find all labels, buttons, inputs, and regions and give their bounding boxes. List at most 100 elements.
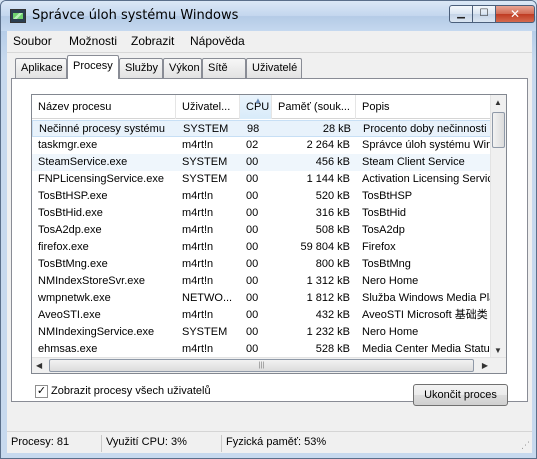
cell-user: m4rt!n: [182, 241, 214, 253]
column-header-cpu[interactable]: ▲ CPU: [240, 95, 272, 119]
cell-memory: 520 kB: [315, 190, 350, 202]
cell-user: m4rt!n: [182, 258, 214, 270]
cell-user: NETWO...: [182, 292, 233, 304]
scroll-down-icon[interactable]: ▼: [494, 346, 502, 355]
table-row[interactable]: firefox.exe m4rt!n 00 59 804 kB Firefox: [32, 239, 492, 256]
tab-vykon[interactable]: Výkon: [163, 58, 202, 78]
cell-user: m4rt!n: [182, 343, 214, 355]
cell-memory: 528 kB: [315, 343, 350, 355]
cell-description: Nero Home: [362, 326, 419, 338]
cell-process-name: TosBtMng.exe: [38, 258, 108, 270]
status-cpu-usage: Využití CPU: 3%: [101, 435, 187, 452]
cell-description: Správce úloh systému Wind: [362, 139, 492, 151]
cell-memory: 432 kB: [315, 309, 350, 321]
cell-process-name: ehmsas.exe: [38, 343, 98, 355]
maximize-icon: ☐: [479, 8, 489, 19]
table-row[interactable]: wmpnetwk.exe NETWO... 00 1 812 kB Služba Win…: [32, 290, 492, 307]
table-row[interactable]: SteamService.exe SYSTEM 00 456 kB Steam Clie…: [32, 154, 492, 171]
cell-cpu: 00: [246, 190, 259, 202]
cell-description: Media Center Media Status: [362, 343, 492, 355]
table-row[interactable]: Nečinné procesy systému SYSTEM 98 28 kB Proc…: [32, 120, 493, 137]
scroll-right-icon[interactable]: ▶: [482, 361, 488, 370]
status-process-count: Procesy: 81: [11, 436, 70, 448]
cell-process-name: TosA2dp.exe: [38, 224, 102, 236]
menu-zobrazit[interactable]: Zobrazit: [131, 34, 174, 48]
minimize-icon: ▁: [457, 8, 465, 19]
cell-memory: 1 232 kB: [306, 326, 350, 338]
cell-user: SYSTEM: [182, 173, 228, 185]
tab-sluzby[interactable]: Služby: [119, 58, 163, 78]
vertical-scroll-thumb[interactable]: [492, 112, 505, 148]
list-header: Název procesu Uživatel... ▲ CPU Paměť (s…: [32, 95, 492, 119]
table-row[interactable]: TosBtMng.exe m4rt!n 00 800 kB TosBtMng: [32, 256, 492, 273]
horizontal-scrollbar[interactable]: ◀ ||| ▶: [32, 357, 506, 373]
cell-user: SYSTEM: [182, 326, 228, 338]
cell-description: TosA2dp: [362, 224, 405, 236]
checkmark-icon: ✓: [36, 385, 47, 397]
horizontal-scroll-thumb[interactable]: |||: [49, 359, 474, 372]
cell-cpu: 00: [246, 156, 259, 168]
close-icon: ✕: [509, 7, 521, 21]
maximize-button[interactable]: ☐: [472, 5, 496, 23]
column-header-user[interactable]: Uživatel...: [176, 95, 240, 119]
close-button[interactable]: ✕: [495, 5, 535, 23]
table-row[interactable]: taskmgr.exe m4rt!n 02 2 264 kB Správce úloh …: [32, 137, 492, 154]
end-process-button[interactable]: Ukončit proces: [413, 384, 508, 406]
cell-description: Služba Windows Media Play: [362, 292, 492, 304]
menu-soubor[interactable]: Soubor: [13, 34, 52, 48]
cell-memory: 508 kB: [315, 224, 350, 236]
cell-memory: 1 812 kB: [306, 292, 350, 304]
table-row[interactable]: TosBtHid.exe m4rt!n 00 316 kB TosBtHid: [32, 205, 492, 222]
task-manager-icon: [10, 9, 26, 23]
cell-memory: 1 144 kB: [306, 173, 350, 185]
table-row[interactable]: NMIndexStoreSvr.exe m4rt!n 00 1 312 kB Nero …: [32, 273, 492, 290]
tab-site[interactable]: Sítě: [202, 58, 246, 78]
cell-memory: 456 kB: [315, 156, 350, 168]
process-list[interactable]: Název procesu Uživatel... ▲ CPU Paměť (s…: [31, 94, 507, 374]
table-row[interactable]: ehmsas.exe m4rt!n 00 528 kB Media Center Med…: [32, 341, 492, 358]
window-title: Správce úloh systému Windows: [32, 8, 239, 23]
status-physical-memory: Fyzická paměť: 53%: [221, 435, 326, 452]
cell-memory: 59 804 kB: [300, 241, 350, 253]
cell-user: m4rt!n: [182, 139, 214, 151]
cell-user: SYSTEM: [182, 156, 228, 168]
cell-description: Steam Client Service: [362, 156, 465, 168]
column-header-name[interactable]: Název procesu: [32, 95, 176, 119]
client-area: Aplikace Procesy Služby Výkon Sítě Uživa…: [7, 53, 532, 453]
vertical-scrollbar[interactable]: ▲ ▼: [490, 95, 506, 358]
resize-grip-icon[interactable]: ⋰: [521, 440, 530, 451]
cell-cpu: 00: [246, 258, 259, 270]
table-row[interactable]: NMIndexingService.exe SYSTEM 00 1 232 kB Ner…: [32, 324, 492, 341]
cell-memory: 800 kB: [315, 258, 350, 270]
cell-process-name: wmpnetwk.exe: [38, 292, 111, 304]
cell-description: Activation Licensing Servic: [362, 173, 492, 185]
show-all-users-checkbox[interactable]: ✓: [35, 385, 48, 398]
column-header-description[interactable]: Popis: [356, 95, 492, 119]
cell-user: m4rt!n: [182, 190, 214, 202]
menu-napoveda[interactable]: Nápověda: [190, 34, 245, 48]
scroll-left-icon[interactable]: ◀: [36, 361, 42, 370]
table-row[interactable]: AveoSTI.exe m4rt!n 00 432 kB AveoSTI Microso…: [32, 307, 492, 324]
tab-procesy[interactable]: Procesy: [67, 55, 119, 79]
tab-aplikace[interactable]: Aplikace: [15, 58, 67, 78]
minimize-button[interactable]: ▁: [449, 5, 473, 23]
cell-user: SYSTEM: [183, 123, 229, 135]
cell-user: m4rt!n: [182, 224, 214, 236]
sort-arrow-icon: ▲: [254, 96, 262, 105]
cell-description: Nero Home: [362, 275, 419, 287]
table-row[interactable]: TosA2dp.exe m4rt!n 00 508 kB TosA2dp: [32, 222, 492, 239]
show-all-users-label[interactable]: Zobrazit procesy všech uživatelů: [51, 385, 211, 397]
tab-uzivatele[interactable]: Uživatelé: [246, 58, 302, 78]
cell-cpu: 00: [246, 326, 259, 338]
table-row[interactable]: FNPLicensingService.exe SYSTEM 00 1 144 kB A…: [32, 171, 492, 188]
table-row[interactable]: TosBtHSP.exe m4rt!n 00 520 kB TosBtHSP: [32, 188, 492, 205]
menu-moznosti[interactable]: Možnosti: [69, 34, 117, 48]
cell-cpu: 00: [246, 224, 259, 236]
title-bar[interactable]: Správce úloh systému Windows ▁ ☐ ✕: [1, 1, 536, 31]
scroll-up-icon[interactable]: ▲: [494, 98, 502, 107]
cell-user: m4rt!n: [182, 207, 214, 219]
column-header-memory[interactable]: Paměť (souk...: [272, 95, 356, 119]
cell-process-name: NMIndexingService.exe: [38, 326, 155, 338]
cell-description: Procento doby nečinnosti p: [363, 123, 493, 135]
cell-process-name: TosBtHSP.exe: [38, 190, 108, 202]
